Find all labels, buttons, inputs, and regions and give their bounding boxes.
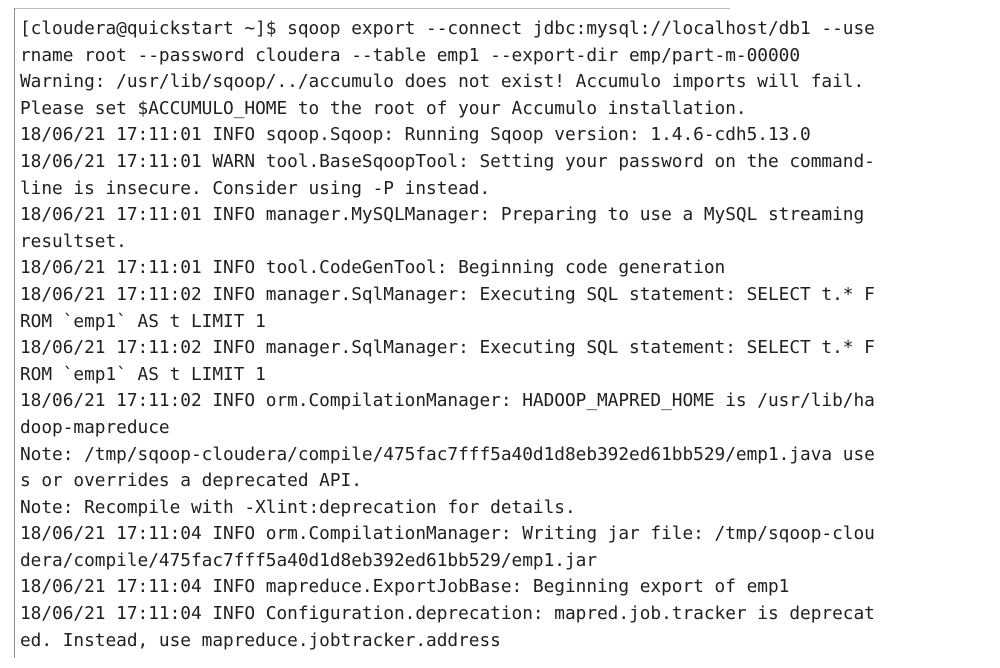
terminal-line: Note: /tmp/sqoop-cloudera/compile/475fac… <box>20 443 875 465</box>
terminal-line: Warning: /usr/lib/sqoop/../accumulo does… <box>20 71 865 93</box>
terminal-line: ROM `emp1` AS t LIMIT 1 <box>20 363 266 385</box>
terminal-line: 18/06/21 17:11:01 INFO tool.CodeGenTool:… <box>20 257 726 279</box>
terminal-line: rname root --password cloudera --table e… <box>20 44 801 66</box>
terminal-output[interactable]: [cloudera@quickstart ~]$ sqoop export --… <box>20 16 988 654</box>
terminal-line: 18/06/21 17:11:01 INFO manager.MySQLMana… <box>20 204 865 226</box>
terminal-line: 18/06/21 17:11:04 INFO Configuration.dep… <box>20 603 875 625</box>
terminal-window[interactable]: [cloudera@quickstart ~]$ sqoop export --… <box>0 0 1000 668</box>
terminal-line: doop-mapreduce <box>20 416 170 438</box>
terminal-line: ed. Instead, use mapreduce.jobtracker.ad… <box>20 629 501 651</box>
terminal-line: 18/06/21 17:11:02 INFO orm.CompilationMa… <box>20 390 875 412</box>
terminal-left-border <box>14 8 15 658</box>
terminal-line: ROM `emp1` AS t LIMIT 1 <box>20 310 266 332</box>
terminal-line: dera/compile/475fac7fff5a40d1d8eb392ed61… <box>20 549 598 571</box>
terminal-line: 18/06/21 17:11:04 INFO orm.CompilationMa… <box>20 523 875 545</box>
terminal-line: [cloudera@quickstart ~]$ sqoop export --… <box>20 18 875 39</box>
terminal-line: 18/06/21 17:11:02 INFO manager.SqlManage… <box>20 337 875 359</box>
terminal-line: 18/06/21 17:11:01 WARN tool.BaseSqoopToo… <box>20 150 875 172</box>
terminal-line: 18/06/21 17:11:04 INFO mapreduce.ExportJ… <box>20 576 790 598</box>
terminal-line: Note: Recompile with -Xlint:deprecation … <box>20 496 576 518</box>
terminal-line: s or overrides a deprecated API. <box>20 470 362 492</box>
terminal-line: Please set $ACCUMULO_HOME to the root of… <box>20 97 747 119</box>
terminal-line: 18/06/21 17:11:01 INFO sqoop.Sqoop: Runn… <box>20 124 811 146</box>
terminal-line: line is insecure. Consider using -P inst… <box>20 177 491 199</box>
terminal-top-border <box>14 8 730 9</box>
terminal-line: resultset. <box>20 230 127 252</box>
terminal-line: 18/06/21 17:11:02 INFO manager.SqlManage… <box>20 283 875 305</box>
